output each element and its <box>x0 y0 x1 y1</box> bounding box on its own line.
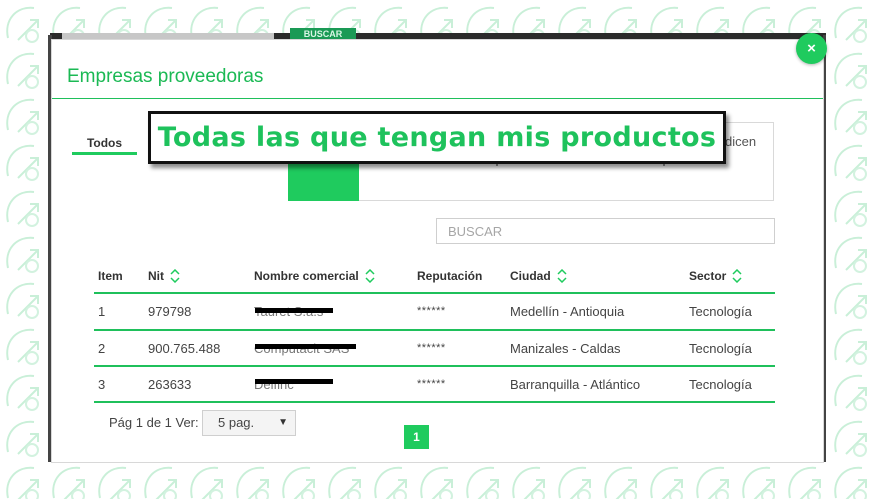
table-cell-nit: 979798 <box>148 304 192 319</box>
background-tab <box>62 33 274 39</box>
tab-all[interactable]: Todos <box>72 136 137 150</box>
sort-icon[interactable] <box>557 269 567 283</box>
pagination-label: Pág 1 de 1 Ver: <box>109 415 199 430</box>
column-header-item: Item <box>98 269 123 283</box>
close-button[interactable]: × <box>796 33 827 64</box>
table-cell-reputation: ****** <box>417 342 446 354</box>
page-button[interactable]: 1 <box>404 425 429 449</box>
sort-icon[interactable] <box>365 269 375 283</box>
sort-icon[interactable] <box>732 269 742 283</box>
column-header-city[interactable]: Ciudad <box>510 269 567 283</box>
per-page-value: 5 pag. <box>218 415 255 430</box>
table-cell-city: Medellín - Antioquia <box>510 304 625 319</box>
info-panel-text: dicen <box>725 134 757 149</box>
search-input[interactable] <box>436 218 775 244</box>
redaction-mark <box>255 344 356 349</box>
table-divider <box>94 365 775 367</box>
table-divider <box>94 401 775 403</box>
table-cell-nit: 263633 <box>148 377 192 392</box>
table-cell-reputation: ****** <box>417 305 446 317</box>
table-cell-sector: Tecnología <box>689 377 752 392</box>
table-divider <box>94 329 775 331</box>
suppliers-modal <box>52 40 823 462</box>
table-divider <box>94 292 775 294</box>
redaction-mark <box>255 379 333 384</box>
column-header-business-name[interactable]: Nombre comercial <box>254 269 375 283</box>
modal-title: Empresas proveedoras <box>67 66 264 87</box>
column-header-sector[interactable]: Sector <box>689 269 742 283</box>
table-cell-item: 3 <box>98 377 106 392</box>
table-cell-sector: Tecnología <box>689 341 752 356</box>
table-cell-item: 2 <box>98 341 106 356</box>
annotation-callout: Todas las que tengan mis productos <box>148 111 726 164</box>
column-header-nit[interactable]: Nit <box>148 269 180 283</box>
sort-icon[interactable] <box>170 269 180 283</box>
table-cell-sector: Tecnología <box>689 304 752 319</box>
redaction-mark <box>255 308 333 313</box>
table-cell-item: 1 <box>98 304 106 319</box>
table-cell-reputation: ****** <box>417 378 446 390</box>
title-divider <box>52 98 823 99</box>
tab-active-indicator <box>72 152 137 155</box>
column-header-reputation: Reputación <box>417 269 483 283</box>
modal-frame-right <box>823 35 826 462</box>
per-page-select[interactable]: 5 pag. ▼ <box>202 410 296 436</box>
chevron-down-icon: ▼ <box>278 417 288 428</box>
table-cell-nit: 900.765.488 <box>148 341 221 356</box>
annotation-callout-text: Todas las que tengan mis productos <box>157 122 717 153</box>
table-cell-city: Barranquilla - Atlántico <box>510 377 641 392</box>
table-cell-city: Manizales - Caldas <box>510 341 621 356</box>
